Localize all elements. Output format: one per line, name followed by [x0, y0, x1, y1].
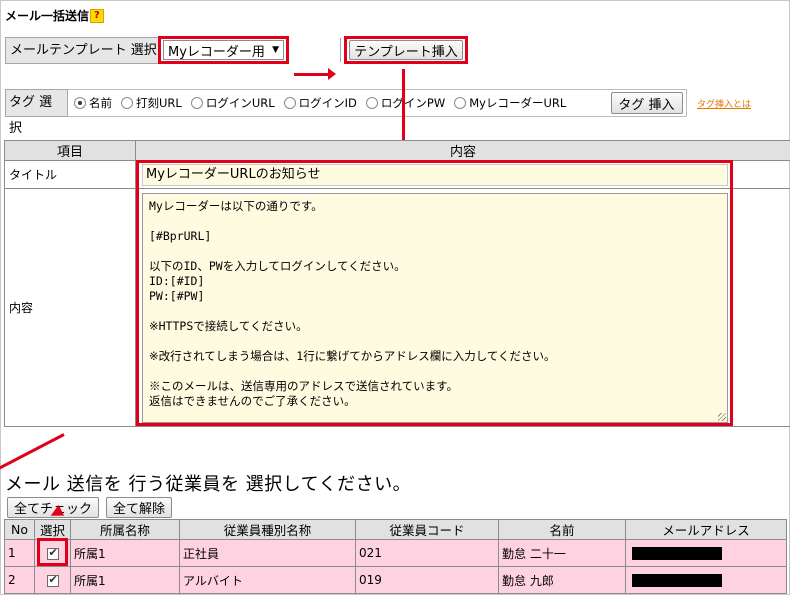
tag-select-label: タグ 選択 [5, 89, 68, 117]
column-header-dept: 所属名称 [71, 520, 180, 540]
row-code: 021 [356, 540, 499, 567]
uncheck-all-button[interactable]: 全て解除 [106, 497, 172, 518]
body-label: 内容 [5, 189, 136, 427]
row-email [626, 540, 787, 567]
template-select-label: メールテンプレート 選択 [5, 37, 160, 64]
radio-icon[interactable] [284, 97, 296, 109]
tag-insert-cell: タグ 挿入 [607, 89, 687, 117]
template-select-highlight: Myレコーダー用 ▼ [158, 36, 289, 64]
page-title: メール一括送信 [5, 7, 89, 24]
template-select-row: メールテンプレート 選択 Myレコーダー用 ▼ テンプレート挿入 [5, 36, 463, 64]
tag-option-login-pw[interactable]: ログインPW [366, 95, 445, 111]
row-name: 勤怠 九郎 [499, 567, 626, 594]
tag-option-login-id[interactable]: ログインID [284, 95, 357, 111]
row-dept: 所属1 [71, 540, 180, 567]
tag-option-recorder-url[interactable]: MyレコーダーURL [454, 95, 566, 111]
row-no: 2 [5, 567, 35, 594]
column-header-select: 選択 [35, 520, 71, 540]
column-header-content: 内容 [136, 141, 790, 161]
template-select[interactable]: Myレコーダー用 ▼ [163, 40, 284, 60]
radio-selected-icon[interactable] [74, 97, 86, 109]
column-header-no: No [5, 520, 35, 540]
row-type: 正社員 [180, 540, 356, 567]
column-header-type: 従業員種別名称 [180, 520, 356, 540]
employee-section-heading: メール 送信を 行う従業員を 選択してください。 [5, 470, 411, 496]
dropdown-arrow-icon: ▼ [272, 45, 279, 55]
tag-option-name[interactable]: 名前 [74, 95, 112, 111]
checkbox-checked-icon[interactable] [47, 575, 59, 587]
tag-option-stamp-url[interactable]: 打刻URL [121, 95, 182, 111]
help-icon[interactable]: ? [90, 9, 104, 23]
template-insert-highlight: テンプレート挿入 [344, 36, 468, 64]
tag-select-row: タグ 選択 名前 打刻URL ログインURL ログインID ログインPW Myレ… [5, 89, 751, 117]
annotation-highlight-checkbox [37, 538, 68, 566]
radio-icon[interactable] [366, 97, 378, 109]
column-header-code: 従業員コード [356, 520, 499, 540]
check-button-row: 全てチェック 全て解除 [7, 497, 179, 518]
column-header-name: 名前 [499, 520, 626, 540]
column-header-email: メールアドレス [626, 520, 787, 540]
annotation-arrow-right [294, 73, 330, 76]
row-no: 1 [5, 540, 35, 567]
table-row: 2 所属1 アルバイト 019 勤怠 九郎 [5, 567, 787, 594]
title-label: タイトル [5, 161, 136, 189]
radio-icon[interactable] [454, 97, 466, 109]
annotation-highlight-content [136, 160, 733, 426]
employee-table: No 選択 所属名称 従業員種別名称 従業員コード 名前 メールアドレス 1 所… [4, 519, 787, 594]
row-email [626, 567, 787, 594]
page-title-row: メール一括送信 ? [5, 7, 104, 24]
table-row: 1 所属1 正社員 021 勤怠 二十一 [5, 540, 787, 567]
row-code: 019 [356, 567, 499, 594]
tag-insert-help-link[interactable]: タグ挿入とは [697, 97, 751, 110]
annotation-arrow-down [402, 69, 405, 145]
row-select-cell [35, 567, 71, 594]
row-type: アルバイト [180, 567, 356, 594]
tag-radio-group: 名前 打刻URL ログインURL ログインID ログインPW MyレコーダーUR… [68, 89, 607, 117]
redacted-email [632, 574, 722, 587]
redacted-email [632, 547, 722, 560]
template-select-value: Myレコーダー用 [168, 41, 265, 60]
radio-icon[interactable] [191, 97, 203, 109]
tag-insert-button[interactable]: タグ 挿入 [611, 92, 683, 114]
radio-icon[interactable] [121, 97, 133, 109]
row-dept: 所属1 [71, 567, 180, 594]
tag-option-login-url[interactable]: ログインURL [191, 95, 275, 111]
column-header-item: 項目 [5, 141, 136, 161]
row-name: 勤怠 二十一 [499, 540, 626, 567]
template-insert-button[interactable]: テンプレート挿入 [349, 40, 463, 60]
